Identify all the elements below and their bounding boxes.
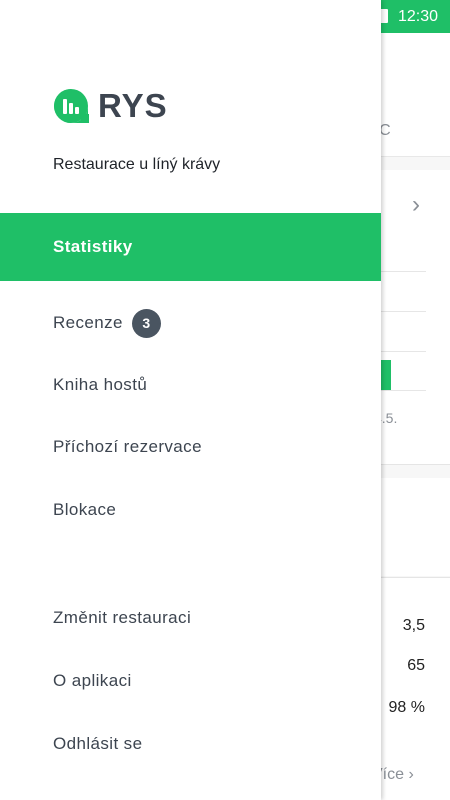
menu-item-label: Změnit restauraci <box>53 608 192 627</box>
menu-item-label: Recenze <box>53 313 123 332</box>
navigation-drawer: RYS Restaurace u líný krávy Statistiky R… <box>0 0 381 800</box>
reviews-count-badge: 3 <box>131 308 161 338</box>
menu-item-label: Statistiky <box>53 237 133 256</box>
menu-item-label: Blokace <box>53 500 117 519</box>
logo-text: RYS <box>98 87 168 124</box>
menu-item-reviews[interactable]: Recenze 3 <box>0 292 381 354</box>
stat-value: 3,5 <box>402 617 425 634</box>
logo-icon <box>54 89 89 123</box>
status-time: 12:30 <box>397 8 438 25</box>
menu-item-logout[interactable]: Odhlásit se <box>0 713 381 775</box>
menu-item-label: Odhlásit se <box>53 734 143 753</box>
menu-item-label: O aplikaci <box>53 671 132 690</box>
menu-item-incoming-reservations[interactable]: Příchozí rezervace <box>0 416 381 478</box>
chart-bar <box>380 360 391 390</box>
chevron-right-icon: › <box>412 191 420 218</box>
menu-item-change-restaurant[interactable]: Změnit restauraci <box>0 587 381 649</box>
app-logo: RYS <box>53 87 168 125</box>
menu-item-blocking[interactable]: Blokace <box>0 479 381 541</box>
stat-value: 98 % <box>388 699 425 716</box>
menu-item-label: Příchozí rezervace <box>53 437 202 456</box>
menu-item-guestbook[interactable]: Kniha hostů <box>0 354 381 416</box>
restaurant-name: Restaurace u líný krávy <box>53 156 221 173</box>
stat-value: 65 <box>407 657 425 674</box>
menu-item-label: Kniha hostů <box>53 375 148 394</box>
menu-item-about[interactable]: O aplikaci <box>0 650 381 712</box>
menu-item-statistics[interactable]: Statistiky <box>0 213 381 281</box>
